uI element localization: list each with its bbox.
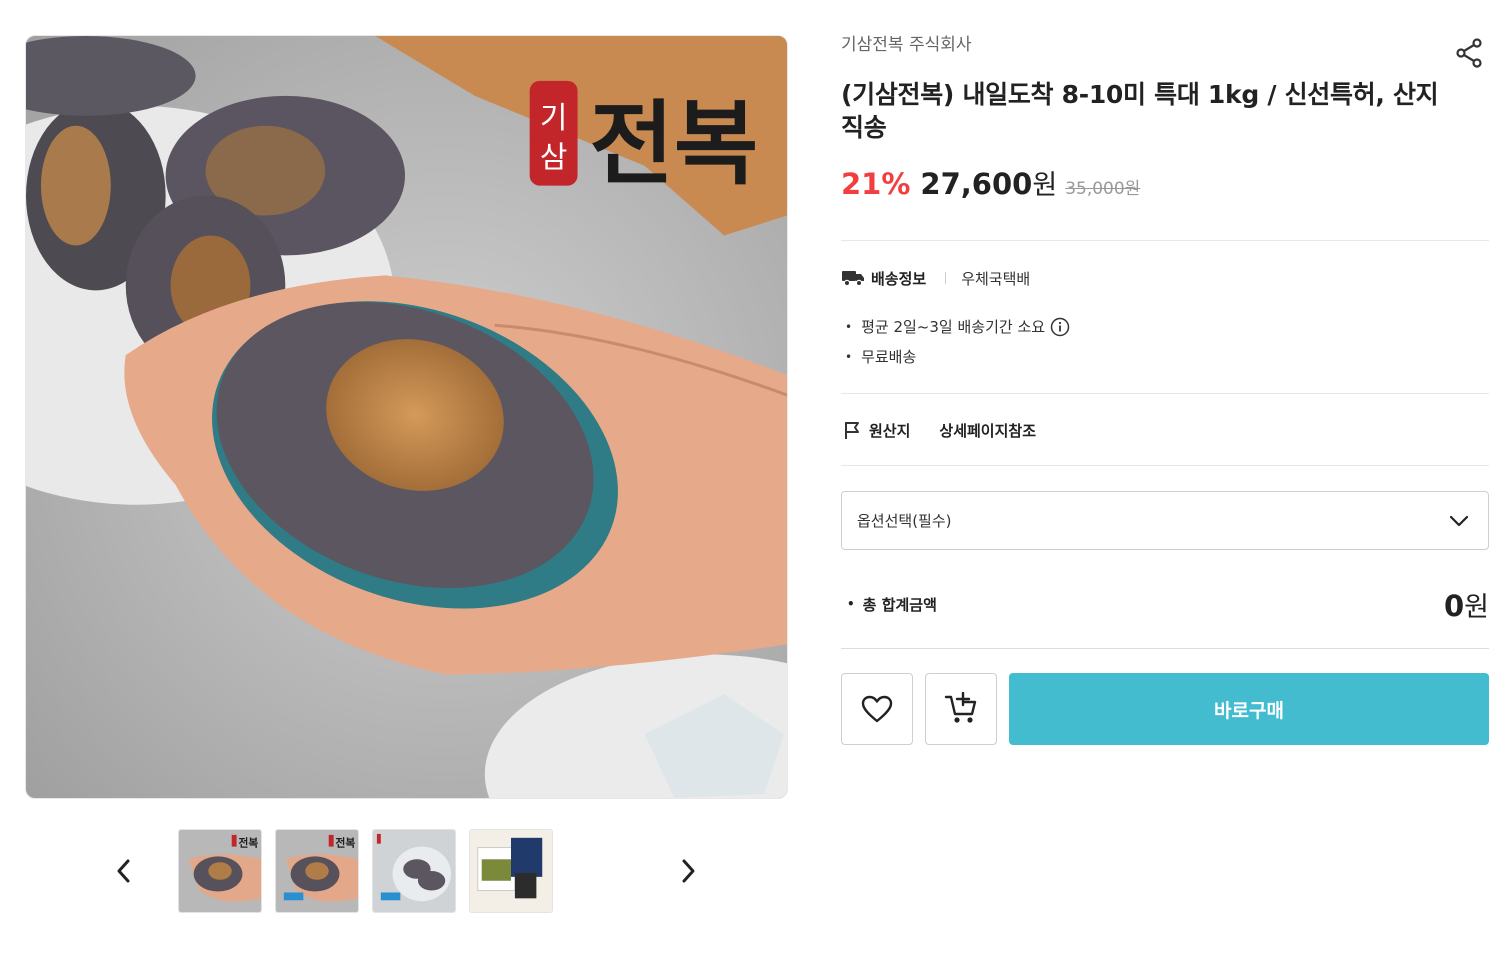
price-row: 21% 27,600 원 35,000원 <box>841 163 1489 203</box>
add-to-cart-button[interactable] <box>925 673 997 745</box>
option-select-label: 옵션선택(필수) <box>857 512 952 530</box>
shipping-label: 배송정보 <box>871 269 927 288</box>
logo-big: 전복 <box>590 91 759 198</box>
bullet-icon: • <box>845 350 853 364</box>
total-label: 총 합계금액 <box>862 595 937 614</box>
chevron-down-icon <box>1449 515 1469 526</box>
thumbnail-next-button[interactable] <box>668 851 708 891</box>
thumbnail-2[interactable]: 전복 <box>275 829 359 913</box>
divider <box>841 648 1489 649</box>
share-icon <box>1456 38 1482 68</box>
total-unit: 원 <box>1464 591 1489 623</box>
info-icon[interactable] <box>1050 317 1070 337</box>
shipping-carrier: 우체국택배 <box>961 269 1031 288</box>
logo-small-bottom: 삼 <box>540 141 568 176</box>
origin-row: 원산지 상세페이지참조 <box>843 417 1036 443</box>
shipping-note: • 평균 2일~3일 배송기간 소요 <box>845 312 1070 342</box>
cart-plus-icon <box>944 692 977 723</box>
total-label-wrap: • 총 합계금액 <box>847 594 937 615</box>
total-price: 0원 <box>1444 585 1489 624</box>
total-amount: 0 <box>1443 588 1465 623</box>
shipping-notes: • 평균 2일~3일 배송기간 소요 • 무료배송 <box>845 312 1070 372</box>
product-info-panel: 기삼전복 주식회사 (기삼전복) 내일도착 8-10미 특대 1kg / 신선특… <box>841 32 1489 203</box>
vertical-separator <box>945 272 947 284</box>
option-select[interactable]: 옵션선택(필수) <box>841 491 1489 550</box>
chevron-left-icon <box>117 859 130 883</box>
share-button[interactable] <box>1452 36 1486 70</box>
thumbnail-1[interactable]: 전복 <box>178 829 262 913</box>
thumbnail-list: 전복 전복 <box>178 829 553 913</box>
bullet-icon: • <box>845 320 853 334</box>
shipping-note-text: 평균 2일~3일 배송기간 소요 <box>861 318 1046 336</box>
divider <box>841 240 1489 241</box>
original-price: 35,000원 <box>1065 179 1141 199</box>
logo-small-top: 기 <box>540 101 568 136</box>
origin-value: 상세페이지참조 <box>939 421 1037 440</box>
buy-now-button[interactable]: 바로구매 <box>1009 673 1489 745</box>
thumbnail-prev-button[interactable] <box>104 851 144 891</box>
sale-price: 27,600 <box>920 167 1033 201</box>
total-row: • 총 합계금액 0원 <box>847 584 1489 624</box>
action-buttons: 바로구매 <box>841 673 1489 745</box>
flag-icon <box>845 422 859 439</box>
seller-name[interactable]: 기삼전복 주식회사 <box>841 32 1489 58</box>
product-title: (기삼전복) 내일도착 8-10미 특대 1kg / 신선특허, 산지직송 <box>841 80 1439 142</box>
shipping-row: 배송정보 우체국택배 <box>841 265 1030 291</box>
shipping-note-text: 무료배송 <box>861 348 917 366</box>
bullet-icon: • <box>847 597 855 611</box>
svg-text:전복: 전복 <box>239 837 259 850</box>
discount-rate: 21% <box>841 167 911 201</box>
wishlist-button[interactable] <box>841 673 913 745</box>
chevron-right-icon <box>682 859 695 883</box>
truck-icon <box>842 271 864 287</box>
origin-label: 원산지 <box>869 421 911 440</box>
thumbnail-4[interactable] <box>469 829 553 913</box>
heart-icon <box>861 695 893 723</box>
sale-price-unit: 원 <box>1032 170 1058 201</box>
divider <box>841 465 1489 466</box>
shipping-note: • 무료배송 <box>845 342 1070 372</box>
thumbnail-3[interactable] <box>372 829 456 913</box>
divider <box>841 393 1489 394</box>
main-product-image: 기 삼 전복 <box>25 35 788 799</box>
svg-text:전복: 전복 <box>336 837 356 850</box>
